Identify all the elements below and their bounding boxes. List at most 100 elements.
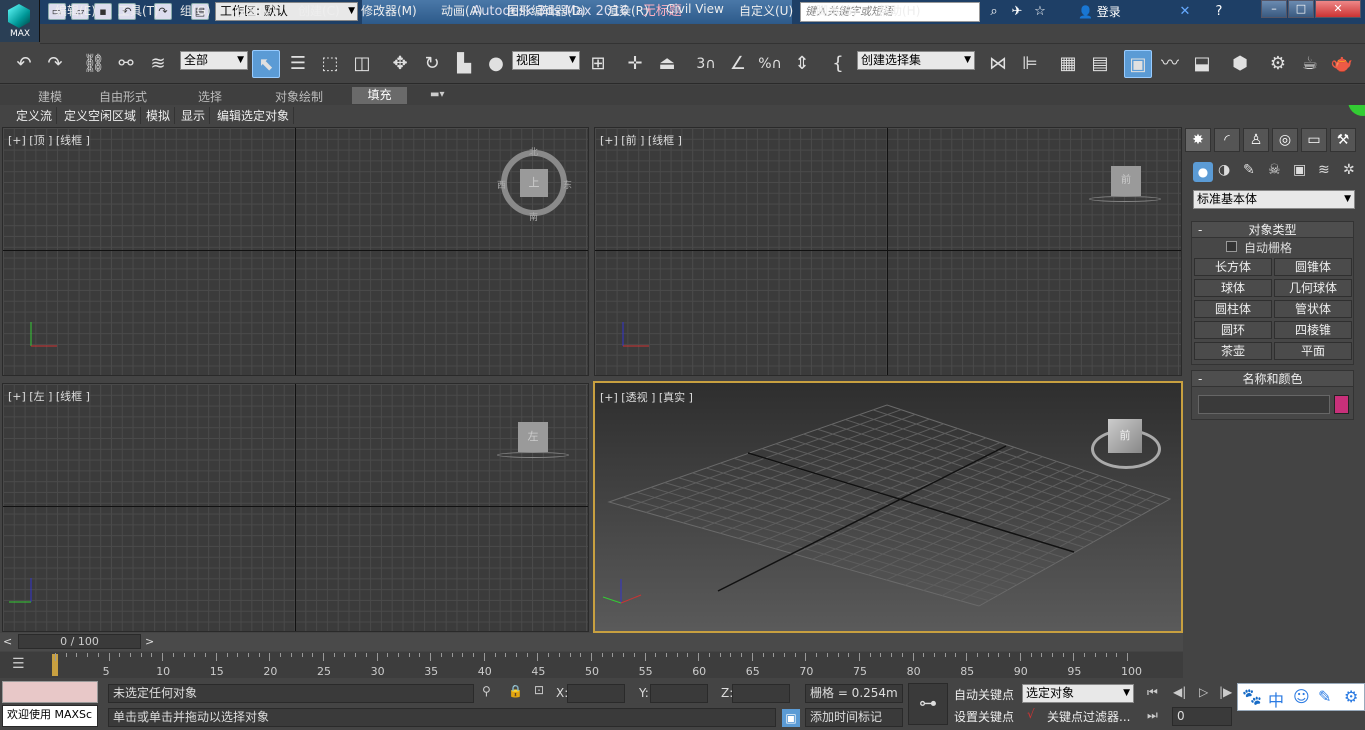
snaps-toggle-icon[interactable]: 3∩ [692, 50, 720, 78]
geometry-category-icon[interactable]: ● [1193, 162, 1213, 182]
ribbon-tab-object-paint[interactable]: 对象绘制 [275, 88, 323, 105]
spinner-snap-icon[interactable]: ⇕ [788, 50, 816, 78]
menu-help[interactable]: 帮助(H) [878, 2, 920, 19]
window-crossing-icon[interactable]: ◫ [348, 50, 376, 78]
systems-category-icon[interactable]: ✲ [1343, 162, 1355, 178]
y-coord-input[interactable] [650, 684, 708, 703]
schematic-view-icon[interactable]: ⬓ [1188, 50, 1216, 78]
minimize-button[interactable]: – [1261, 0, 1287, 18]
tube-button[interactable]: 管状体 [1274, 300, 1352, 318]
curve-editor-icon[interactable]: 〰 [1156, 50, 1184, 78]
torus-button[interactable]: 圆环 [1194, 321, 1272, 339]
edit-named-selections-icon[interactable]: { [824, 50, 852, 78]
render-setup-icon[interactable]: ⚙ [1264, 50, 1292, 78]
populate-define-idle-areas[interactable]: 定义空闲区域 [60, 107, 142, 124]
viewport-front[interactable]: [+] [前 ] [线框 ] 前 [594, 127, 1182, 376]
bind-space-warp-icon[interactable]: ≋ [144, 50, 172, 78]
time-slider[interactable]: 0 / 100 [18, 634, 141, 649]
autogrid-checkbox[interactable] [1226, 241, 1237, 252]
pen-icon[interactable]: ✎ [1318, 687, 1331, 706]
save-icon[interactable]: ▪ [94, 3, 112, 20]
menu-tools[interactable]: 工具(T) [118, 2, 159, 19]
reference-coordinate-dropdown[interactable]: 视图 ▼ [512, 51, 580, 70]
layers-icon[interactable]: ▤ [1086, 50, 1114, 78]
motion-tab-icon[interactable]: ◎ [1272, 128, 1298, 152]
viewcube-compass-ring[interactable] [497, 452, 569, 458]
mirror-icon[interactable]: ⋈ [984, 50, 1012, 78]
add-time-tag-button[interactable]: 添加时间标记 [805, 708, 903, 727]
pyramid-button[interactable]: 四棱锥 [1274, 321, 1352, 339]
move-icon[interactable]: ✥ [386, 50, 414, 78]
cameras-category-icon[interactable]: ☠ [1268, 162, 1281, 178]
redo-icon[interactable]: ↷ [41, 50, 69, 78]
time-tag-icon[interactable]: ▣ [782, 709, 800, 727]
rectangular-selection-icon[interactable]: ⬚ [316, 50, 344, 78]
menu-modifiers[interactable]: 修改器(M) [361, 2, 417, 19]
menu-create[interactable]: 创建(C) [298, 2, 340, 19]
ribbon-options-icon[interactable]: ▬▾ [430, 89, 444, 100]
emoji-icon[interactable]: ☺ [1293, 687, 1310, 706]
key-filters-button[interactable]: 关键点过滤器... [1047, 708, 1130, 725]
sign-in-button[interactable]: 👤 登录 [1078, 3, 1121, 21]
goto-start-icon[interactable]: ⏮ [1147, 685, 1158, 700]
help-icon[interactable]: ? [1210, 3, 1228, 21]
display-tab-icon[interactable]: ▭ [1301, 128, 1327, 152]
angle-snap-icon[interactable]: ∠ [724, 50, 752, 78]
key-mode-dropdown[interactable]: 选定对象 ▼ [1022, 684, 1134, 703]
set-key-icon[interactable]: ⊶ [908, 683, 948, 725]
menu-civil-view[interactable]: Civil View [666, 2, 724, 16]
viewport-left-label[interactable]: [+] [左 ] [线框 ] [8, 388, 90, 404]
menu-animation[interactable]: 动画(A) [441, 2, 483, 19]
z-coord-input[interactable] [732, 684, 790, 703]
space-warps-category-icon[interactable]: ≋ [1318, 162, 1330, 178]
place-icon[interactable]: ● [482, 50, 510, 78]
sphere-button[interactable]: 球体 [1194, 279, 1272, 297]
menu-edit[interactable]: 编辑(E) [55, 2, 96, 19]
viewport-front-label[interactable]: [+] [前 ] [线框 ] [600, 132, 682, 148]
exchange-apps-icon[interactable]: ✕ [1176, 3, 1194, 21]
shapes-category-icon[interactable]: ◑ [1218, 162, 1230, 178]
previous-frame-icon[interactable]: < [3, 635, 12, 648]
current-frame-input[interactable]: 0 [1172, 707, 1232, 726]
lights-category-icon[interactable]: ✎ [1243, 162, 1255, 178]
percent-snap-icon[interactable]: %∩ [756, 50, 784, 78]
favorites-star-icon[interactable]: ☆ [1031, 3, 1049, 21]
cylinder-button[interactable]: 圆柱体 [1194, 300, 1272, 318]
open-mini-curve-editor-icon[interactable]: ☰ [12, 656, 25, 672]
menu-scripting[interactable]: 脚本(S) [816, 2, 857, 19]
ribbon-tab-selection[interactable]: 选择 [198, 88, 222, 105]
unlink-icon[interactable]: ⚯ [112, 50, 140, 78]
keyboard-shortcut-override-icon[interactable]: ⏏ [653, 50, 681, 78]
menu-graph-editors[interactable]: 图形编辑器(D) [507, 2, 586, 19]
x-coord-input[interactable] [567, 684, 625, 703]
viewcube[interactable]: 上 [520, 169, 548, 197]
align-icon[interactable]: ⊫ [1016, 50, 1044, 78]
viewport-top[interactable]: [+] [顶 ] [线框 ] 上 北 西 东 南 [2, 127, 589, 376]
next-key-icon[interactable]: |▶ [1219, 685, 1232, 699]
viewcube[interactable]: 前 [1108, 419, 1142, 453]
link-icon[interactable]: ⛓ [80, 50, 108, 78]
undo-icon[interactable]: ↶ [10, 50, 38, 78]
primitive-category-dropdown[interactable]: 标准基本体 ▼ [1193, 190, 1355, 209]
key-filters-icon[interactable]: √ [1027, 707, 1035, 721]
hierarchy-tab-icon[interactable]: ♙ [1243, 128, 1269, 152]
menu-group[interactable]: 组(G) [180, 2, 211, 19]
viewcube[interactable]: 左 [518, 422, 548, 452]
viewport-perspective[interactable]: [+] [透视 ] [真实 ] 前 [593, 381, 1183, 633]
cone-button[interactable]: 圆锥体 [1274, 258, 1352, 276]
geosphere-button[interactable]: 几何球体 [1274, 279, 1352, 297]
object-name-input[interactable] [1198, 395, 1330, 414]
helpers-category-icon[interactable]: ▣ [1293, 162, 1306, 178]
populate-define-flows[interactable]: 定义流 [12, 107, 58, 124]
viewport-left[interactable]: [+] [左 ] [线框 ] 左 [2, 383, 589, 632]
selection-filter-dropdown[interactable]: 全部 ▼ [180, 51, 248, 70]
viewcube[interactable]: 前 [1111, 166, 1141, 196]
select-by-name-icon[interactable]: ☰ [284, 50, 312, 78]
ribbon-tab-freeform[interactable]: 自由形式 [99, 88, 147, 105]
viewport-top-label[interactable]: [+] [顶 ] [线框 ] [8, 132, 90, 148]
previous-key-icon[interactable]: ◀| [1173, 685, 1186, 699]
maxscript-listener-pink[interactable] [2, 681, 98, 703]
auto-key-button[interactable]: 自动关键点 [954, 686, 1014, 703]
name-color-title[interactable]: - 名称和颜色 [1192, 371, 1353, 387]
ribbon-tab-populate[interactable]: 填充 [352, 87, 407, 104]
